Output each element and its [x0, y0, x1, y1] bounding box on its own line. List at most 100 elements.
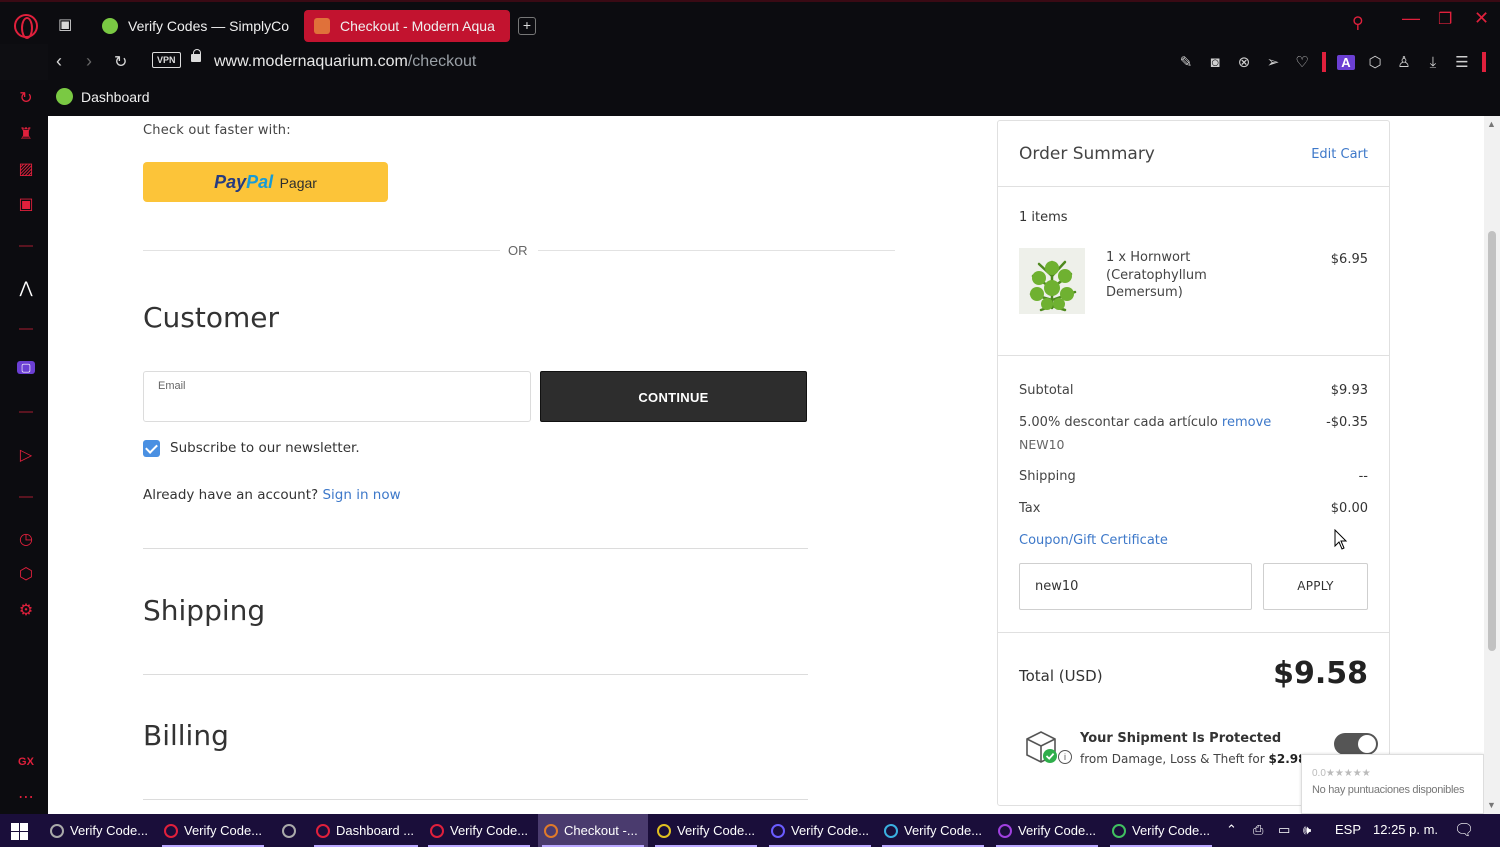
order-summary: Order Summary Edit Cart 1 items 1 x Horn…: [997, 120, 1390, 806]
protection-toggle[interactable]: [1334, 733, 1378, 755]
email-label: Email: [158, 380, 186, 392]
page-scrollbar[interactable]: ▲ ▼: [1484, 116, 1500, 814]
volume-icon[interactable]: 🕪: [1303, 822, 1311, 838]
adblock-icon[interactable]: ⊗: [1235, 53, 1253, 71]
device-icon[interactable]: ⎙: [1253, 822, 1263, 838]
apply-button[interactable]: APPLY: [1263, 563, 1368, 610]
taskbar-item[interactable]: Verify Code...: [44, 814, 154, 847]
profile-icon[interactable]: ♙: [1395, 53, 1413, 71]
email-field[interactable]: Email: [143, 371, 531, 422]
taskbar-item[interactable]: Verify Code...: [424, 814, 534, 847]
taskbar-item[interactable]: Verify Code...: [1106, 814, 1216, 847]
gx-control-icon[interactable]: ↻: [17, 88, 35, 108]
scroll-up-icon[interactable]: ▲: [1487, 119, 1496, 129]
taskbar-item-active[interactable]: Checkout -...: [538, 814, 648, 847]
taskbar-item[interactable]: Verify Code...: [765, 814, 875, 847]
shipping-value: --: [1358, 469, 1368, 484]
player-icon[interactable]: ▷: [17, 445, 35, 465]
aria-icon[interactable]: ⋀: [17, 278, 35, 298]
opera-gx-icon: [164, 823, 178, 838]
url-field[interactable]: www.modernaquarium.com/checkout: [214, 53, 476, 71]
order-summary-title: Order Summary: [1019, 144, 1155, 164]
taskbar-item[interactable]: Verify Code...: [651, 814, 761, 847]
new-tab-button[interactable]: +: [518, 17, 536, 35]
tab-label: Checkout - Modern Aqua: [340, 18, 495, 34]
easy-setup-icon[interactable]: ✎: [1177, 53, 1195, 71]
close-icon[interactable]: ✕: [1474, 8, 1489, 29]
info-icon[interactable]: i: [1058, 750, 1072, 764]
snapshot-icon[interactable]: ◙: [1206, 54, 1224, 71]
subtotal-label: Subtotal: [1019, 383, 1074, 398]
opera-gx-logo-icon[interactable]: [14, 14, 38, 39]
network-icon[interactable]: ▭: [1278, 822, 1290, 838]
shipping-heading: Shipping: [143, 594, 266, 627]
search-tabs-icon[interactable]: ⚲: [1352, 13, 1364, 33]
rating-popup: 0.0★★★★★ No hay puntuaciones disponibles: [1301, 754, 1484, 814]
tax-label: Tax: [1019, 501, 1041, 516]
tab-verify-codes[interactable]: Verify Codes — SimplyCo: [92, 10, 296, 42]
or-separator: OR: [508, 243, 528, 258]
modern-aquarium-favicon-icon: [314, 18, 330, 34]
vpn-badge[interactable]: VPN: [152, 52, 181, 68]
heart-icon[interactable]: ♡: [1293, 53, 1311, 71]
taskbar-item[interactable]: Verify Code...: [158, 814, 268, 847]
scroll-down-icon[interactable]: ▼: [1487, 800, 1496, 810]
taskbar-item[interactable]: Dashboard ...: [310, 814, 422, 847]
browser-sidebar: ↻ ♜ ▨ ▣ ⋀ ▢ ▷ ◷ ⬡ ⚙ GX ⋯: [0, 80, 48, 814]
remove-discount-link[interactable]: remove: [1222, 415, 1271, 430]
opera-gx-icon: [316, 823, 330, 838]
notifications-icon[interactable]: 🗨: [1454, 820, 1474, 840]
coupon-link[interactable]: Coupon/Gift Certificate: [1019, 533, 1168, 548]
more-icon[interactable]: ⋯: [17, 787, 35, 807]
discount-code: NEW10: [1019, 437, 1065, 452]
divider: [143, 674, 808, 675]
taskbar-item[interactable]: Verify Code...: [992, 814, 1102, 847]
send-icon[interactable]: ➢: [1264, 53, 1282, 71]
tab-islands-icon[interactable]: ▣: [58, 15, 72, 33]
chevron-up-icon[interactable]: ⌃: [1226, 822, 1237, 838]
taskbar-item[interactable]: Verify Code...: [878, 814, 988, 847]
scrollbar-thumb[interactable]: [1488, 231, 1496, 651]
total-value: $9.58: [1273, 656, 1368, 691]
paypal-logo: PayPal: [214, 172, 274, 192]
coupon-input[interactable]: new10: [1019, 563, 1252, 610]
forward-icon[interactable]: ›: [86, 51, 92, 72]
taskbar-item[interactable]: [276, 814, 308, 847]
continue-button[interactable]: CONTINUE: [540, 371, 807, 422]
mouse-cursor-icon: [1334, 529, 1348, 550]
item-price: $6.95: [1330, 252, 1368, 267]
extension-a-icon[interactable]: A: [1337, 54, 1355, 70]
newsletter-checkbox[interactable]: [143, 440, 160, 457]
product-image: [1019, 248, 1085, 314]
minimize-icon[interactable]: —: [1402, 8, 1420, 29]
lock-icon[interactable]: [191, 49, 201, 62]
restore-icon[interactable]: ❐: [1438, 9, 1452, 29]
bookmark-dashboard[interactable]: Dashboard: [56, 88, 150, 105]
windows-start-icon[interactable]: [11, 823, 28, 840]
download-icon[interactable]: ⤓: [1424, 54, 1442, 71]
history-icon[interactable]: ◷: [17, 529, 35, 549]
language-indicator[interactable]: ESP: [1335, 822, 1361, 837]
gx-corner-icon[interactable]: ♜: [17, 124, 35, 144]
edit-cart-link[interactable]: Edit Cart: [1311, 147, 1368, 162]
clock[interactable]: 12:25 p. m.: [1373, 822, 1438, 837]
twitch-icon[interactable]: ▢: [17, 361, 35, 374]
settings-gear-icon[interactable]: ⚙: [17, 600, 35, 620]
subtotal-value: $9.93: [1330, 383, 1368, 398]
extensions-cube-icon[interactable]: ⬡: [1366, 53, 1384, 71]
total-label: Total (USD): [1019, 667, 1103, 685]
reload-icon[interactable]: ↻: [114, 52, 127, 72]
bookmarks-bar: Dashboard: [48, 80, 1500, 116]
cleaner-icon[interactable]: ▨: [17, 159, 35, 179]
gx-label: GX: [18, 756, 34, 768]
divider: [143, 548, 808, 549]
back-icon[interactable]: ‹: [56, 51, 62, 72]
sign-in-link[interactable]: Sign in now: [322, 487, 400, 503]
extensions-icon[interactable]: ⬡: [17, 564, 35, 584]
music-player-icon[interactable]: ▣: [17, 194, 35, 214]
paypal-button[interactable]: PayPal Pagar: [143, 162, 388, 202]
tab-checkout[interactable]: Checkout - Modern Aqua: [304, 10, 510, 42]
have-account-text: Already have an account? Sign in now: [143, 487, 401, 503]
menu-icon[interactable]: ☰: [1453, 53, 1471, 71]
address-bar: ‹ › ↻ VPN www.modernaquarium.com/checkou…: [48, 44, 1500, 80]
